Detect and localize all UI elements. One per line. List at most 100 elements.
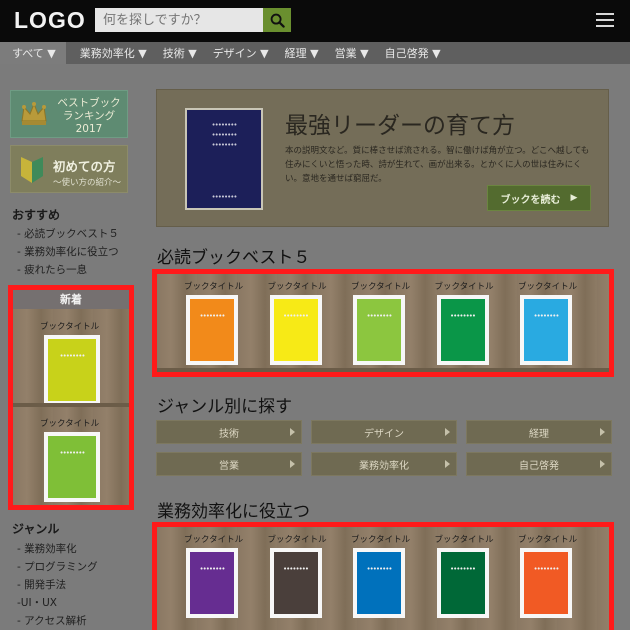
genre-button-label: 業務効率化 bbox=[359, 460, 409, 472]
nav-item-tech[interactable]: 技術 ▼ bbox=[155, 42, 205, 64]
bestbook-ranking-banner[interactable]: ベストブック ランキング 2017 bbox=[10, 90, 128, 138]
genre-button-design[interactable]: デザイン bbox=[311, 420, 457, 444]
book-title: ブックタイトル bbox=[40, 419, 100, 429]
book-cover: •••••••• bbox=[524, 552, 568, 614]
book-cover-dots: •••••••• bbox=[59, 448, 85, 457]
arrow-right-icon bbox=[445, 460, 450, 468]
arrow-right-icon bbox=[445, 428, 450, 436]
banner-line2: ランキング bbox=[62, 110, 116, 122]
book-card[interactable]: •••••••• bbox=[353, 295, 405, 365]
site-logo[interactable]: LOGO bbox=[14, 7, 86, 34]
book-cover: •••••••• bbox=[190, 299, 234, 361]
book-cover: •••••••• bbox=[48, 339, 96, 401]
genre-button-label: デザイン bbox=[364, 428, 404, 440]
genre-link-efficiency[interactable]: - 業務効率化 bbox=[17, 541, 77, 556]
genre-button-sales[interactable]: 営業 bbox=[156, 452, 302, 476]
book-title: ブックタイトル bbox=[434, 535, 494, 545]
genre-link-dev-method[interactable]: - 開発手法 bbox=[17, 577, 66, 592]
book-title: ブックタイトル bbox=[351, 535, 411, 545]
book-title: ブックタイトル bbox=[267, 282, 327, 292]
book-title: ブックタイトル bbox=[518, 535, 578, 545]
featured-book-title: 最強リーダーの育て方 bbox=[285, 113, 515, 139]
book-cover-dots: •••••••• bbox=[211, 131, 237, 139]
genre-link-programming[interactable]: - プログラミング bbox=[17, 559, 98, 574]
recommend-link-relax[interactable]: - 疲れたら一息 bbox=[17, 262, 87, 277]
book-cover: •••••••• bbox=[273, 552, 318, 614]
best5-shelf: ブックタイトル •••••••• ブックタイトル •••••••• ブックタイトル •••… bbox=[157, 274, 609, 372]
nav-item-efficiency[interactable]: 業務効率化 ▼ bbox=[72, 42, 155, 64]
genre-button-efficiency[interactable]: 業務効率化 bbox=[311, 452, 457, 476]
book-cover-dots: •••••••• bbox=[449, 564, 476, 573]
genre-button-accounting[interactable]: 経理 bbox=[466, 420, 612, 444]
book-cover-dots: •••••••• bbox=[282, 564, 309, 573]
recommend-link-efficiency[interactable]: - 業務効率化に役立つ bbox=[17, 244, 119, 259]
first-time-title: 初めての方 bbox=[53, 159, 116, 174]
nav-item-accounting[interactable]: 経理 ▼ bbox=[277, 42, 327, 64]
featured-book-hero: •••••••• •••••••• •••••••• •••••••• 最強リー… bbox=[156, 89, 609, 227]
play-arrow-icon: ▶ bbox=[570, 193, 578, 203]
crown-icon bbox=[21, 102, 47, 125]
genre-button-self-improvement[interactable]: 自己啓発 bbox=[466, 452, 612, 476]
book-cover-dots: •••••••• bbox=[199, 311, 225, 320]
arrow-right-icon bbox=[290, 460, 295, 468]
nav-item-sales[interactable]: 営業 ▼ bbox=[327, 42, 377, 64]
book-cover-dots: •••••••• bbox=[199, 564, 225, 573]
read-book-label: ブックを読む bbox=[500, 194, 561, 206]
nav-item-self-improvement[interactable]: 自己啓発 ▼ bbox=[377, 42, 449, 64]
book-title: ブックタイトル bbox=[434, 282, 494, 292]
genre-link-analytics[interactable]: - アクセス解析 bbox=[17, 613, 87, 628]
best5-heading: 必読ブックベスト５ bbox=[157, 248, 311, 268]
featured-book-description: 本の説明文など。質に棒させば流される。智に働けば角が立つ。どこへ越しても住みにく… bbox=[285, 146, 590, 184]
recommend-link-best5[interactable]: - 必読ブックベスト５ bbox=[17, 226, 119, 241]
book-card[interactable]: •••••••• bbox=[520, 295, 572, 365]
search-input[interactable] bbox=[95, 8, 263, 32]
read-book-button[interactable]: ブックを読む ▶ bbox=[487, 185, 591, 211]
book-cover: •••••••• bbox=[440, 552, 485, 614]
first-time-banner[interactable]: 初めての方 〜使い方の紹介〜 bbox=[10, 145, 128, 193]
book-cover-dots: •••••••• bbox=[59, 351, 85, 360]
genre-button-tech[interactable]: 技術 bbox=[156, 420, 302, 444]
book-cover: •••••••• bbox=[273, 299, 318, 361]
arrow-right-icon bbox=[600, 460, 605, 468]
book-card[interactable]: •••••••• bbox=[269, 295, 322, 365]
book-card[interactable]: •••••••• bbox=[436, 548, 489, 618]
new-arrivals-shelf: ブックタイトル •••••••• bbox=[13, 407, 129, 505]
book-card[interactable]: •••••••• bbox=[186, 548, 238, 618]
arrow-right-icon bbox=[600, 428, 605, 436]
book-cover-dots: •••••••• bbox=[211, 121, 237, 129]
top-header: LOGO bbox=[0, 0, 630, 42]
featured-book-cover[interactable]: •••••••• •••••••• •••••••• •••••••• bbox=[185, 108, 263, 210]
search-button[interactable] bbox=[263, 8, 291, 32]
menu-icon[interactable] bbox=[596, 13, 614, 27]
book-title: ブックタイトル bbox=[518, 282, 578, 292]
book-cover-dots: •••••••• bbox=[449, 311, 476, 320]
book-title: ブックタイトル bbox=[40, 322, 100, 332]
efficiency-heading: 業務効率化に役立つ bbox=[157, 502, 310, 522]
book-card[interactable]: •••••••• bbox=[436, 295, 489, 365]
nav-item-all[interactable]: すべて ▼ bbox=[0, 42, 66, 64]
book-card[interactable]: •••••••• bbox=[186, 295, 238, 365]
book-cover-dots: •••••••• bbox=[211, 193, 237, 201]
book-cover: •••••••• bbox=[190, 552, 234, 614]
genre-heading: ジャンル bbox=[12, 522, 60, 536]
book-card[interactable]: •••••••• bbox=[520, 548, 572, 618]
banner-line3: 2017 bbox=[75, 123, 103, 135]
book-cover-dots: •••••••• bbox=[533, 564, 559, 573]
book-cover-dots: •••••••• bbox=[533, 311, 559, 320]
main-content: •••••••• •••••••• •••••••• •••••••• 最強リー… bbox=[146, 64, 630, 630]
recommend-heading: おすすめ bbox=[12, 208, 61, 222]
genre-search-heading: ジャンル別に探す bbox=[157, 397, 293, 417]
genre-link-ui-ux[interactable]: -UI・UX bbox=[17, 595, 57, 610]
book-title: ブックタイトル bbox=[267, 535, 327, 545]
beginner-mark-icon bbox=[21, 157, 43, 183]
book-card[interactable]: •••••••• bbox=[353, 548, 405, 618]
book-card[interactable]: •••••••• bbox=[44, 335, 100, 405]
book-card[interactable]: •••••••• bbox=[44, 432, 100, 502]
book-cover: •••••••• bbox=[357, 299, 401, 361]
best5-highlight: ブックタイトル •••••••• ブックタイトル •••••••• ブックタイトル •••… bbox=[152, 269, 614, 377]
book-cover: •••••••• bbox=[48, 436, 96, 498]
book-card[interactable]: •••••••• bbox=[269, 548, 322, 618]
nav-item-design[interactable]: デザイン ▼ bbox=[205, 42, 277, 64]
book-cover-dots: •••••••• bbox=[211, 141, 237, 149]
book-cover: •••••••• bbox=[524, 299, 568, 361]
